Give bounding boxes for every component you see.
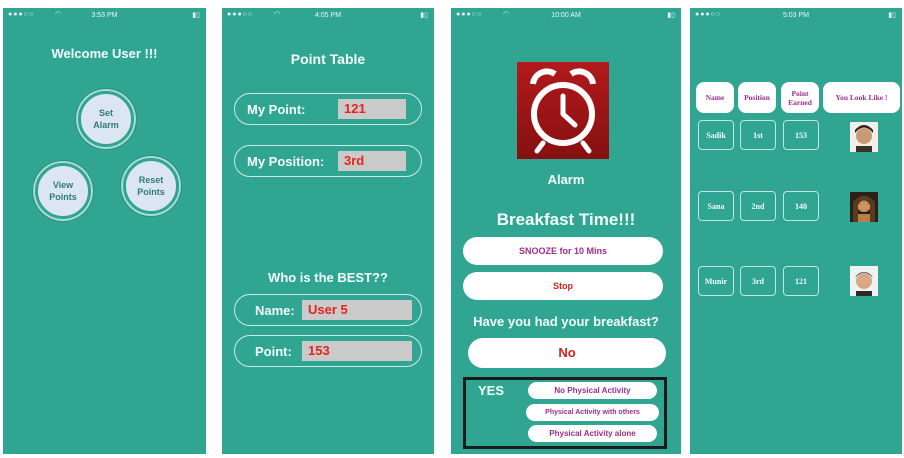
status-bar: ●●●○○ 5:03 PM ▮▯ [690, 8, 902, 22]
header-name: Name [696, 82, 734, 113]
row3-position: 3rd [740, 266, 776, 296]
leaderboard-screen: ●●●○○ 5:03 PM ▮▯ Name Position Point Ear… [690, 8, 902, 454]
battery-icon: ▮▯ [192, 12, 200, 19]
alarm-label: Alarm [547, 172, 585, 187]
physical-activity-with-others-button[interactable]: Physical Activity with others [526, 404, 659, 421]
my-point-row: My Point: 121 [234, 93, 422, 125]
best-heading: Who is the BEST?? [268, 270, 388, 285]
header-look: You Look Like ! [823, 82, 900, 113]
set-alarm-button[interactable]: Set Alarm [78, 91, 134, 147]
point-label: Point: [255, 344, 292, 359]
no-button[interactable]: No [468, 338, 666, 368]
status-time: 3:53 PM [91, 12, 118, 19]
status-bar: ●●●○○ ◠ 10:00 AM ▮▯ [451, 8, 681, 22]
name-label: Name: [255, 303, 295, 318]
reset-points-label: Reset Points [137, 175, 165, 197]
row2-points: 140 [783, 191, 819, 221]
best-name-value: User 5 [302, 300, 412, 320]
status-time: 10:00 AM [551, 12, 581, 19]
my-point-value: 121 [338, 99, 406, 119]
point-table-title: Point Table [290, 51, 366, 67]
status-time: 4:05 PM [314, 12, 342, 19]
view-points-label: View Points [49, 180, 77, 202]
battery-icon: ▮▯ [888, 12, 896, 19]
breakfast-title: Breakfast Time!!! [496, 210, 636, 229]
row1-name: Sadik [698, 120, 734, 150]
breakfast-question: Have you had your breakfast? [473, 314, 659, 329]
alarm-screen: ●●●○○ ◠ 10:00 AM ▮▯ Alarm Breakfast Time… [451, 8, 681, 454]
set-alarm-label: Set Alarm [93, 108, 119, 130]
header-position: Position [738, 82, 776, 113]
row3-points: 121 [783, 266, 819, 296]
my-position-value: 3rd [338, 151, 406, 171]
status-bar: ●●●○○ ◠ 4:05 PM ▮▯ [222, 8, 434, 22]
no-physical-activity-button[interactable]: No Physical Activity [528, 382, 657, 399]
physical-activity-alone-button[interactable]: Physical Activity alone [528, 425, 657, 442]
snooze-button[interactable]: SNOOZE for 10 Mins [463, 237, 663, 265]
battery-icon: ▮▯ [667, 12, 675, 19]
best-point-row: Point: 153 [234, 335, 422, 367]
best-point-value: 153 [302, 341, 412, 361]
my-position-row: My Position: 3rd [234, 145, 422, 177]
row2-position: 2nd [740, 191, 776, 221]
stop-button[interactable]: Stop [463, 272, 663, 300]
battery-icon: ▮▯ [420, 12, 428, 19]
header-points: Point Earned [781, 82, 819, 113]
yes-options-box: YES No Physical Activity Physical Activi… [463, 377, 667, 449]
status-bar: ●●●○○ ◠ 3:53 PM ▮▯ [3, 8, 206, 22]
avatar-icon [850, 122, 878, 152]
row1-position: 1st [740, 120, 776, 150]
best-name-row: Name: User 5 [234, 294, 422, 326]
row1-points: 153 [783, 120, 819, 150]
reset-points-button[interactable]: Reset Points [123, 158, 179, 214]
row3-name: Munir [698, 266, 734, 296]
alarm-clock-icon [517, 62, 609, 159]
yes-label: YES [478, 383, 505, 398]
welcome-title: Welcome User !!! [51, 46, 158, 61]
welcome-screen: ●●●○○ ◠ 3:53 PM ▮▯ Welcome User !!! Set … [3, 8, 206, 454]
view-points-button[interactable]: View Points [35, 163, 91, 219]
avatar-icon [850, 192, 878, 222]
point-table-screen: ●●●○○ ◠ 4:05 PM ▮▯ Point Table My Point:… [222, 8, 434, 454]
avatar-icon [850, 266, 878, 296]
status-time: 5:03 PM [782, 12, 810, 19]
my-position-label: My Position: [247, 154, 325, 169]
row2-name: Sana [698, 191, 734, 221]
my-point-label: My Point: [247, 102, 306, 117]
